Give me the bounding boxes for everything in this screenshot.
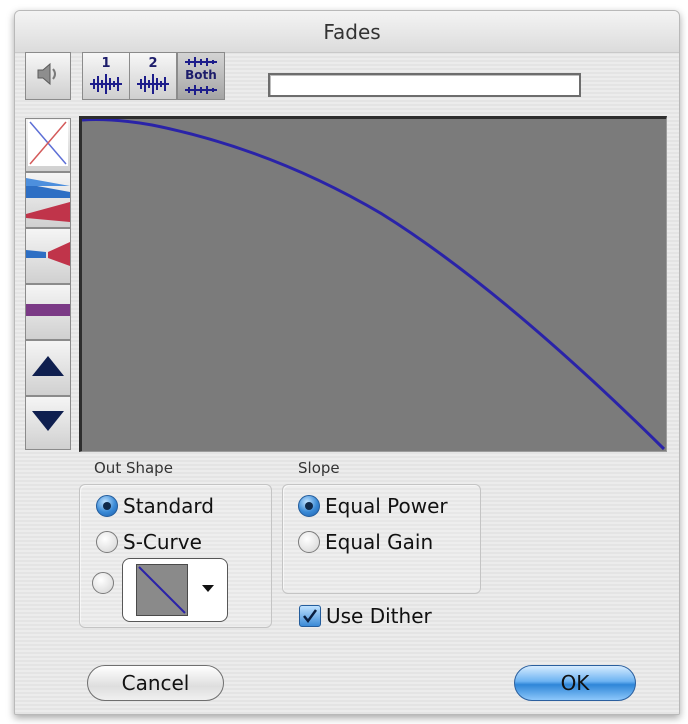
ok-button[interactable]: OK (514, 665, 636, 701)
progress-bar (268, 73, 581, 97)
checkmark-icon (299, 605, 321, 627)
fade-in-icon (26, 234, 70, 279)
radio-equal-power[interactable]: Equal Power (298, 494, 448, 518)
use-dither-label: Use Dither (326, 604, 432, 628)
channel-waveform-icon: 1 (86, 56, 126, 96)
chevron-down-icon (202, 585, 214, 592)
arrow-up-icon (30, 354, 66, 383)
both-label: Both (185, 68, 217, 82)
window-title: Fades (323, 19, 381, 44)
title-bar[interactable]: Fades (15, 11, 679, 53)
speaker-button[interactable] (25, 52, 71, 100)
radio-standard[interactable]: Standard (96, 494, 214, 518)
radio-equal-power-label: Equal Power (325, 494, 448, 518)
fade-curve-line (82, 119, 666, 451)
radio-standard-label: Standard (123, 494, 214, 518)
radio-custom-shape-indicator (92, 572, 114, 594)
radio-equal-gain[interactable]: Equal Gain (298, 530, 433, 554)
flat-level-icon (26, 290, 70, 335)
channel-waveform-icon: 2 (133, 56, 173, 96)
channel-2-button[interactable]: 2 (129, 52, 177, 100)
slope-label: Slope (298, 459, 340, 477)
arrow-down-icon (30, 409, 66, 438)
use-dither-checkbox[interactable]: Use Dither (299, 604, 432, 628)
radio-equal-power-indicator (298, 495, 320, 517)
shape-preview (136, 564, 188, 616)
fade-in-out-button[interactable] (25, 172, 71, 228)
both-channels-icon: Both (181, 56, 221, 96)
radio-s-curve[interactable]: S-Curve (96, 530, 202, 554)
shape-popup-menu[interactable] (122, 558, 228, 622)
radio-equal-gain-indicator (298, 531, 320, 553)
fade-in-button[interactable] (25, 228, 71, 284)
move-up-button[interactable] (25, 340, 71, 396)
radio-standard-indicator (96, 495, 118, 517)
radio-s-curve-label: S-Curve (123, 530, 202, 554)
flat-level-button[interactable] (25, 284, 71, 340)
crossfade-tool-button[interactable] (25, 118, 71, 172)
fade-in-out-icon (26, 174, 70, 227)
fade-curve-display[interactable] (79, 116, 667, 452)
both-channels-button[interactable]: Both (177, 52, 225, 100)
radio-s-curve-indicator (96, 531, 118, 553)
radio-custom-shape[interactable] (92, 572, 114, 594)
speaker-icon (35, 61, 61, 92)
out-shape-label: Out Shape (94, 459, 173, 477)
crossfade-x-icon (28, 119, 68, 171)
channel-1-button[interactable]: 1 (82, 52, 130, 100)
cancel-button[interactable]: Cancel (87, 665, 224, 701)
move-down-button[interactable] (25, 396, 71, 450)
radio-equal-gain-label: Equal Gain (325, 530, 434, 554)
